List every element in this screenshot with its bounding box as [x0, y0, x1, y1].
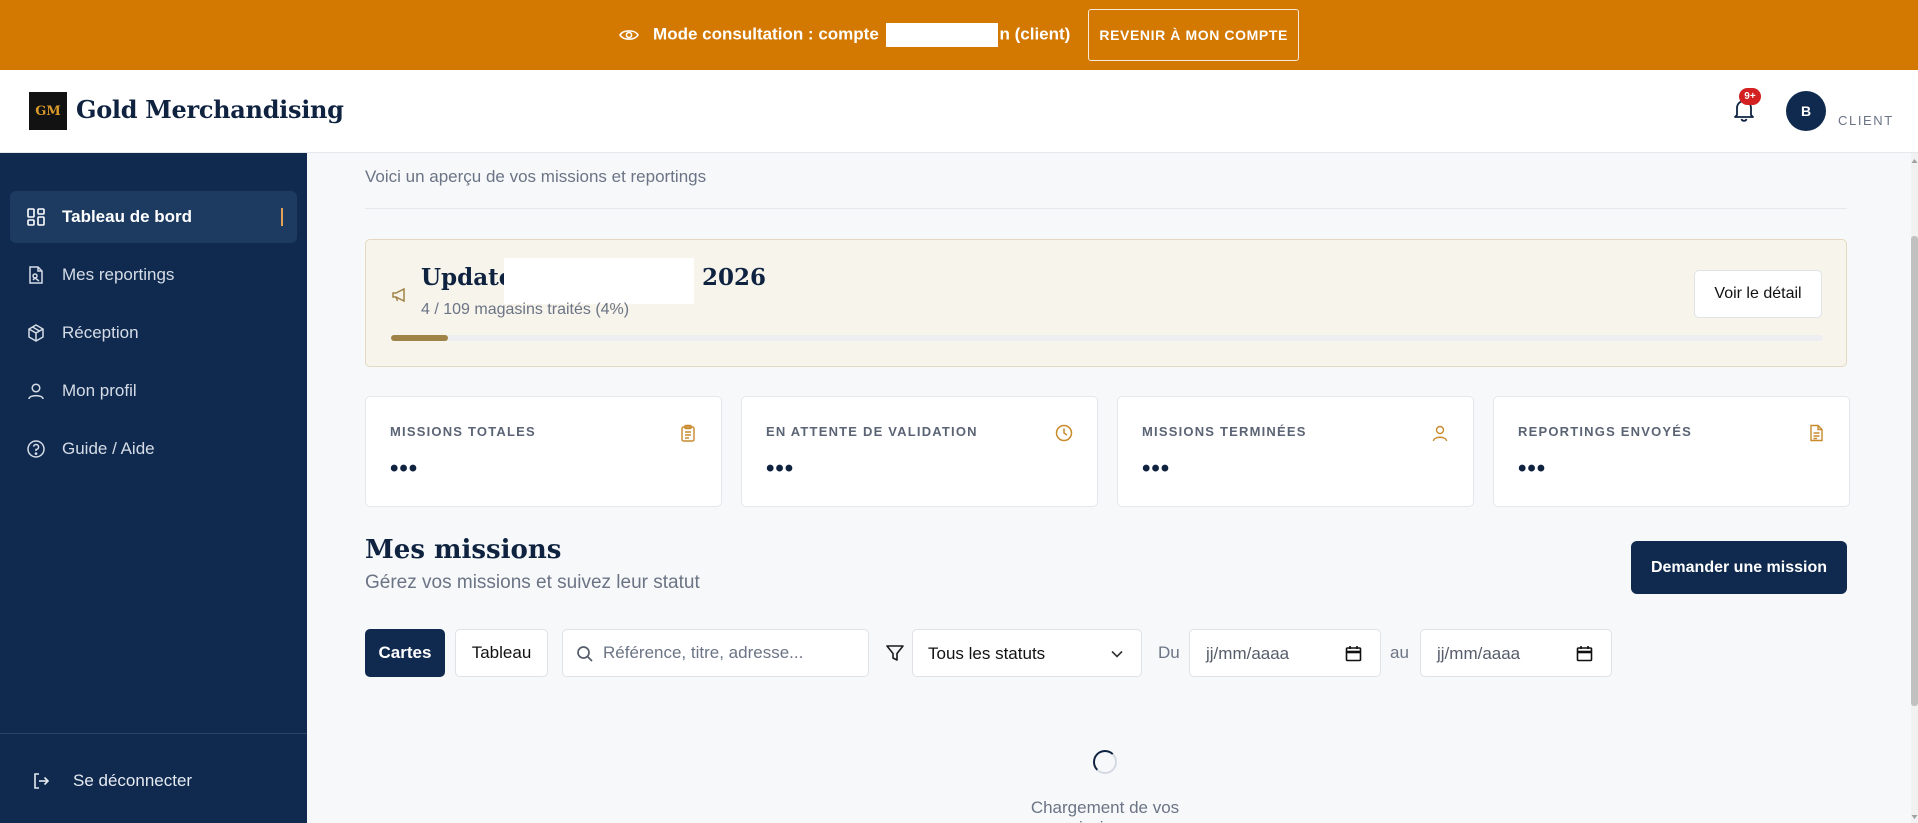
calendar-icon[interactable]: [1345, 645, 1362, 662]
status-select[interactable]: Tous les statuts: [912, 629, 1142, 677]
sidebar-item-label: Mes reportings: [62, 265, 175, 284]
status-select-value: Tous les statuts: [928, 644, 1046, 663]
date-to-label: au: [1390, 643, 1409, 662]
redacted-block: [885, 23, 998, 47]
sidebar-item-reception[interactable]: Réception: [10, 307, 297, 359]
stat-value: •••: [390, 455, 419, 482]
page-subtitle: Voici un aperçu de vos missions et repor…: [365, 167, 707, 186]
sidebar-item-profile[interactable]: Mon profil: [10, 365, 297, 417]
clipboard-icon: [681, 424, 695, 442]
scroll-up-arrow-icon[interactable]: [1911, 157, 1918, 165]
impersonation-banner: Mode consultation : compte n (client) RE…: [0, 0, 1918, 70]
sidebar: Tableau de bord Mes reportings Réception…: [0, 153, 307, 823]
main-content: Voici un aperçu de vos missions et repor…: [307, 153, 1911, 823]
eye-icon: [619, 30, 639, 40]
update-title: Update: [421, 264, 514, 291]
back-to-account-button[interactable]: REVENIR À MON COMPTE: [1088, 9, 1299, 61]
help-icon: [27, 440, 45, 458]
sidebar-item-label: Tableau de bord: [62, 207, 193, 226]
logout-icon: [34, 773, 50, 789]
view-cards-button[interactable]: Cartes: [365, 629, 445, 677]
stat-value: •••: [1142, 455, 1171, 482]
megaphone-icon: [392, 287, 405, 303]
divider: [365, 208, 1847, 209]
date-placeholder: jj/mm/aaaa: [1437, 644, 1521, 663]
top-header: GM Gold Merchandising 9+ B CLIENT: [0, 70, 1918, 153]
sidebar-item-reportings[interactable]: Mes reportings: [10, 249, 297, 301]
section-subtitle: Gérez vos missions et suivez leur statut: [365, 572, 700, 593]
logout-button[interactable]: Se déconnecter: [31, 771, 192, 791]
update-progress-bar: [391, 335, 1823, 341]
sidebar-divider: [0, 733, 307, 734]
logout-label: Se déconnecter: [73, 771, 193, 790]
sidebar-item-dashboard[interactable]: Tableau de bord: [10, 191, 297, 243]
user-icon: [28, 383, 44, 400]
date-from-label: Du: [1158, 643, 1180, 662]
stat-card-reportings-sent: REPORTINGS ENVOYÉS •••: [1493, 396, 1850, 507]
clock-icon: [1055, 424, 1073, 442]
sidebar-item-label: Mon profil: [62, 381, 137, 400]
section-title: Mes missions: [365, 535, 562, 565]
user-icon: [1432, 425, 1448, 442]
update-progress-fill: [391, 335, 449, 341]
stat-label: MISSIONS TOTALES: [390, 424, 536, 439]
sidebar-item-help[interactable]: Guide / Aide: [10, 423, 297, 475]
brand-name: Gold Merchandising: [76, 95, 344, 124]
date-placeholder: jj/mm/aaaa: [1206, 644, 1290, 663]
view-table-button[interactable]: Tableau: [455, 629, 548, 677]
stat-label: MISSIONS TERMINÉES: [1142, 424, 1307, 439]
banner-text: Mode consultation : compte n (client): [653, 23, 1070, 47]
request-mission-button[interactable]: Demander une mission: [1631, 541, 1847, 594]
redacted-block: [504, 258, 694, 304]
stat-card-total-missions: MISSIONS TOTALES •••: [365, 396, 722, 507]
chevron-down-icon: [1111, 650, 1123, 658]
document-icon: [1810, 424, 1823, 442]
sidebar-item-label: Réception: [62, 323, 139, 342]
calendar-icon[interactable]: [1576, 645, 1593, 662]
package-icon: [28, 324, 44, 342]
avatar[interactable]: B: [1786, 91, 1826, 131]
scroll-down-arrow-icon[interactable]: [1911, 813, 1918, 821]
update-card: Update 2026 4 / 109 magasins traités (4%…: [365, 239, 1847, 367]
search-icon: [577, 646, 593, 662]
dashboard-icon: [27, 208, 45, 226]
update-progress-text: 4 / 109 magasins traités (4%): [421, 301, 630, 318]
stat-card-pending: EN ATTENTE DE VALIDATION •••: [741, 396, 1098, 507]
stat-label: EN ATTENTE DE VALIDATION: [766, 424, 978, 439]
date-to-input[interactable]: jj/mm/aaaa: [1420, 629, 1612, 677]
stat-value: •••: [1518, 455, 1547, 482]
update-year: 2026: [702, 264, 767, 291]
stat-label: REPORTINGS ENVOYÉS: [1518, 424, 1693, 439]
loading-text: Chargement de vos missions...: [1030, 798, 1180, 823]
notification-badge: 9+: [1739, 88, 1761, 105]
sidebar-item-label: Guide / Aide: [62, 439, 155, 458]
role-label: CLIENT: [1838, 113, 1894, 128]
report-icon: [29, 266, 43, 284]
stat-card-completed: MISSIONS TERMINÉES •••: [1117, 396, 1474, 507]
loading-spinner: [1093, 750, 1117, 774]
scrollbar-thumb[interactable]: [1911, 236, 1918, 706]
search-field[interactable]: [562, 629, 869, 677]
logo[interactable]: GM: [29, 92, 67, 130]
view-detail-button[interactable]: Voir le détail: [1694, 270, 1822, 318]
filter-icon: [886, 645, 904, 661]
date-from-input[interactable]: jj/mm/aaaa: [1189, 629, 1381, 677]
stat-value: •••: [766, 455, 795, 482]
search-input[interactable]: [603, 630, 863, 676]
